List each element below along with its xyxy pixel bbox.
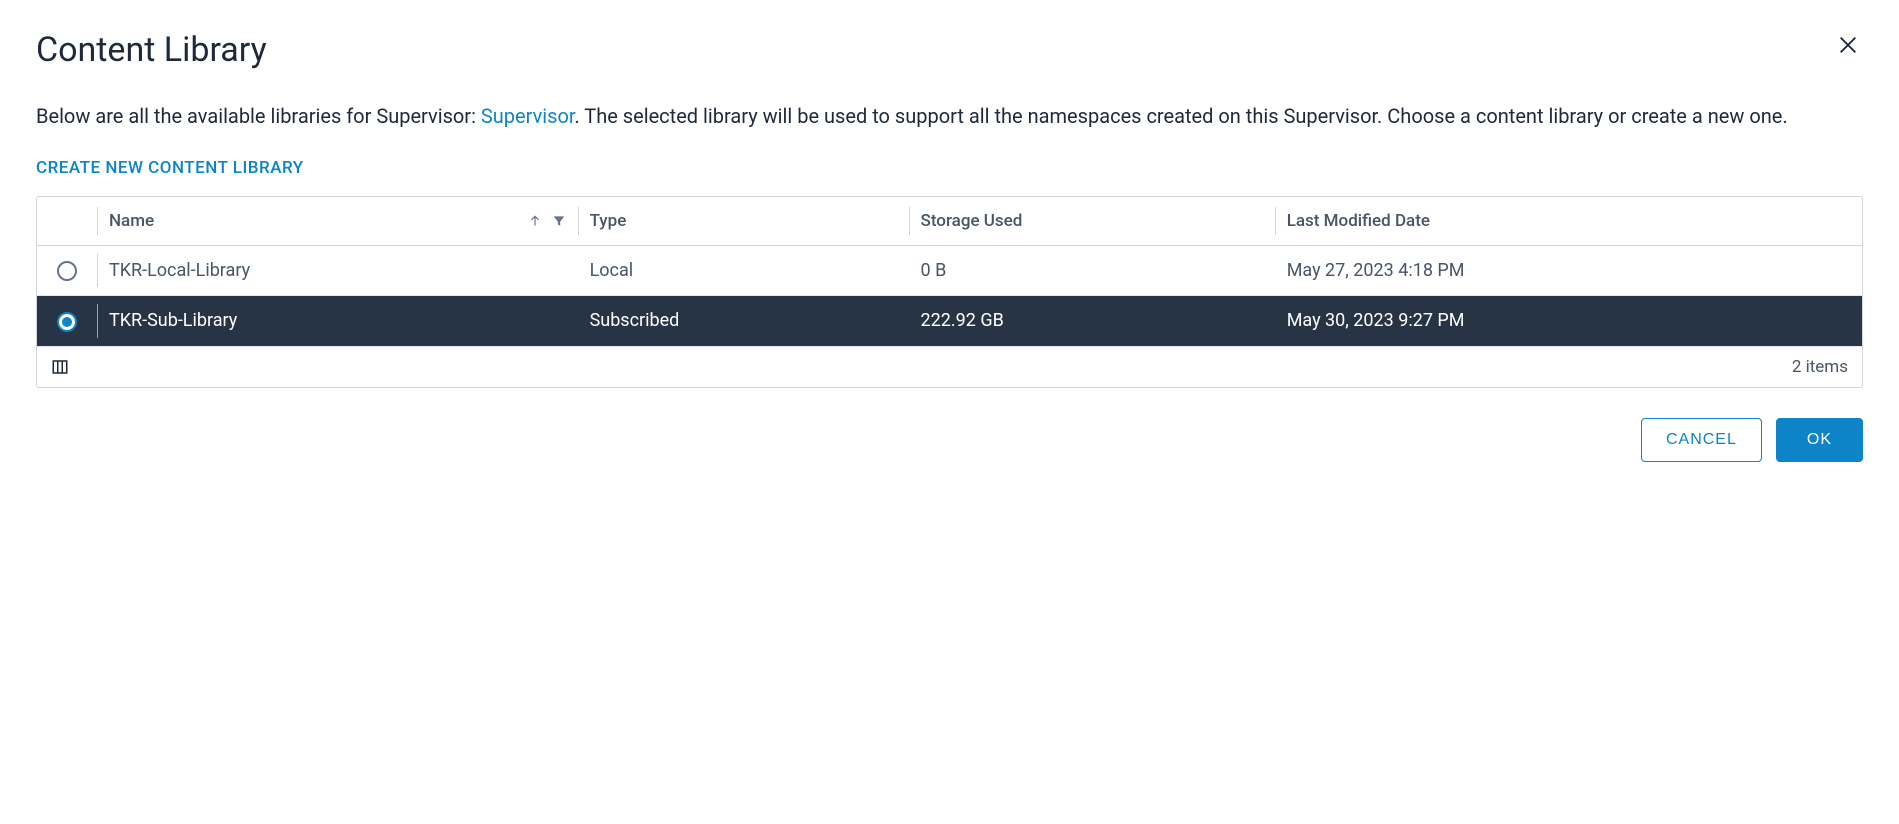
cell-modified: May 27, 2023 4:18 PM bbox=[1275, 246, 1862, 296]
table-row[interactable]: TKR-Sub-LibrarySubscribed222.92 GBMay 30… bbox=[37, 296, 1862, 346]
cell-type: Subscribed bbox=[578, 296, 909, 346]
library-table: Name Type Storage Us bbox=[36, 196, 1863, 388]
col-storage[interactable]: Storage Used bbox=[909, 197, 1275, 246]
col-name-label: Name bbox=[109, 211, 154, 231]
row-radio[interactable] bbox=[57, 261, 77, 281]
supervisor-link[interactable]: Supervisor bbox=[481, 104, 575, 128]
filter-icon[interactable] bbox=[552, 214, 566, 228]
cell-storage: 222.92 GB bbox=[909, 296, 1275, 346]
dialog-description: Below are all the available libraries fo… bbox=[36, 100, 1863, 132]
col-modified[interactable]: Last Modified Date bbox=[1275, 197, 1862, 246]
cell-name: TKR-Local-Library bbox=[97, 246, 578, 296]
close-icon[interactable] bbox=[1833, 30, 1863, 65]
dialog-title: Content Library bbox=[36, 30, 267, 70]
cell-name: TKR-Sub-Library bbox=[97, 296, 578, 346]
items-count: 2 items bbox=[1792, 357, 1848, 377]
col-name[interactable]: Name bbox=[97, 197, 578, 246]
cell-modified: May 30, 2023 9:27 PM bbox=[1275, 296, 1862, 346]
row-radio[interactable] bbox=[57, 312, 77, 332]
cell-type: Local bbox=[578, 246, 909, 296]
columns-icon[interactable] bbox=[51, 358, 69, 376]
sort-asc-icon[interactable] bbox=[528, 214, 542, 228]
ok-button[interactable]: OK bbox=[1776, 418, 1863, 462]
col-type[interactable]: Type bbox=[578, 197, 909, 246]
create-new-content-library-link[interactable]: CREATE NEW CONTENT LIBRARY bbox=[36, 158, 304, 178]
col-select bbox=[37, 197, 97, 246]
content-library-dialog: Content Library Below are all the availa… bbox=[36, 30, 1863, 462]
cancel-button[interactable]: CANCEL bbox=[1641, 418, 1762, 462]
table-row[interactable]: TKR-Local-LibraryLocal0 BMay 27, 2023 4:… bbox=[37, 246, 1862, 296]
cell-storage: 0 B bbox=[909, 246, 1275, 296]
